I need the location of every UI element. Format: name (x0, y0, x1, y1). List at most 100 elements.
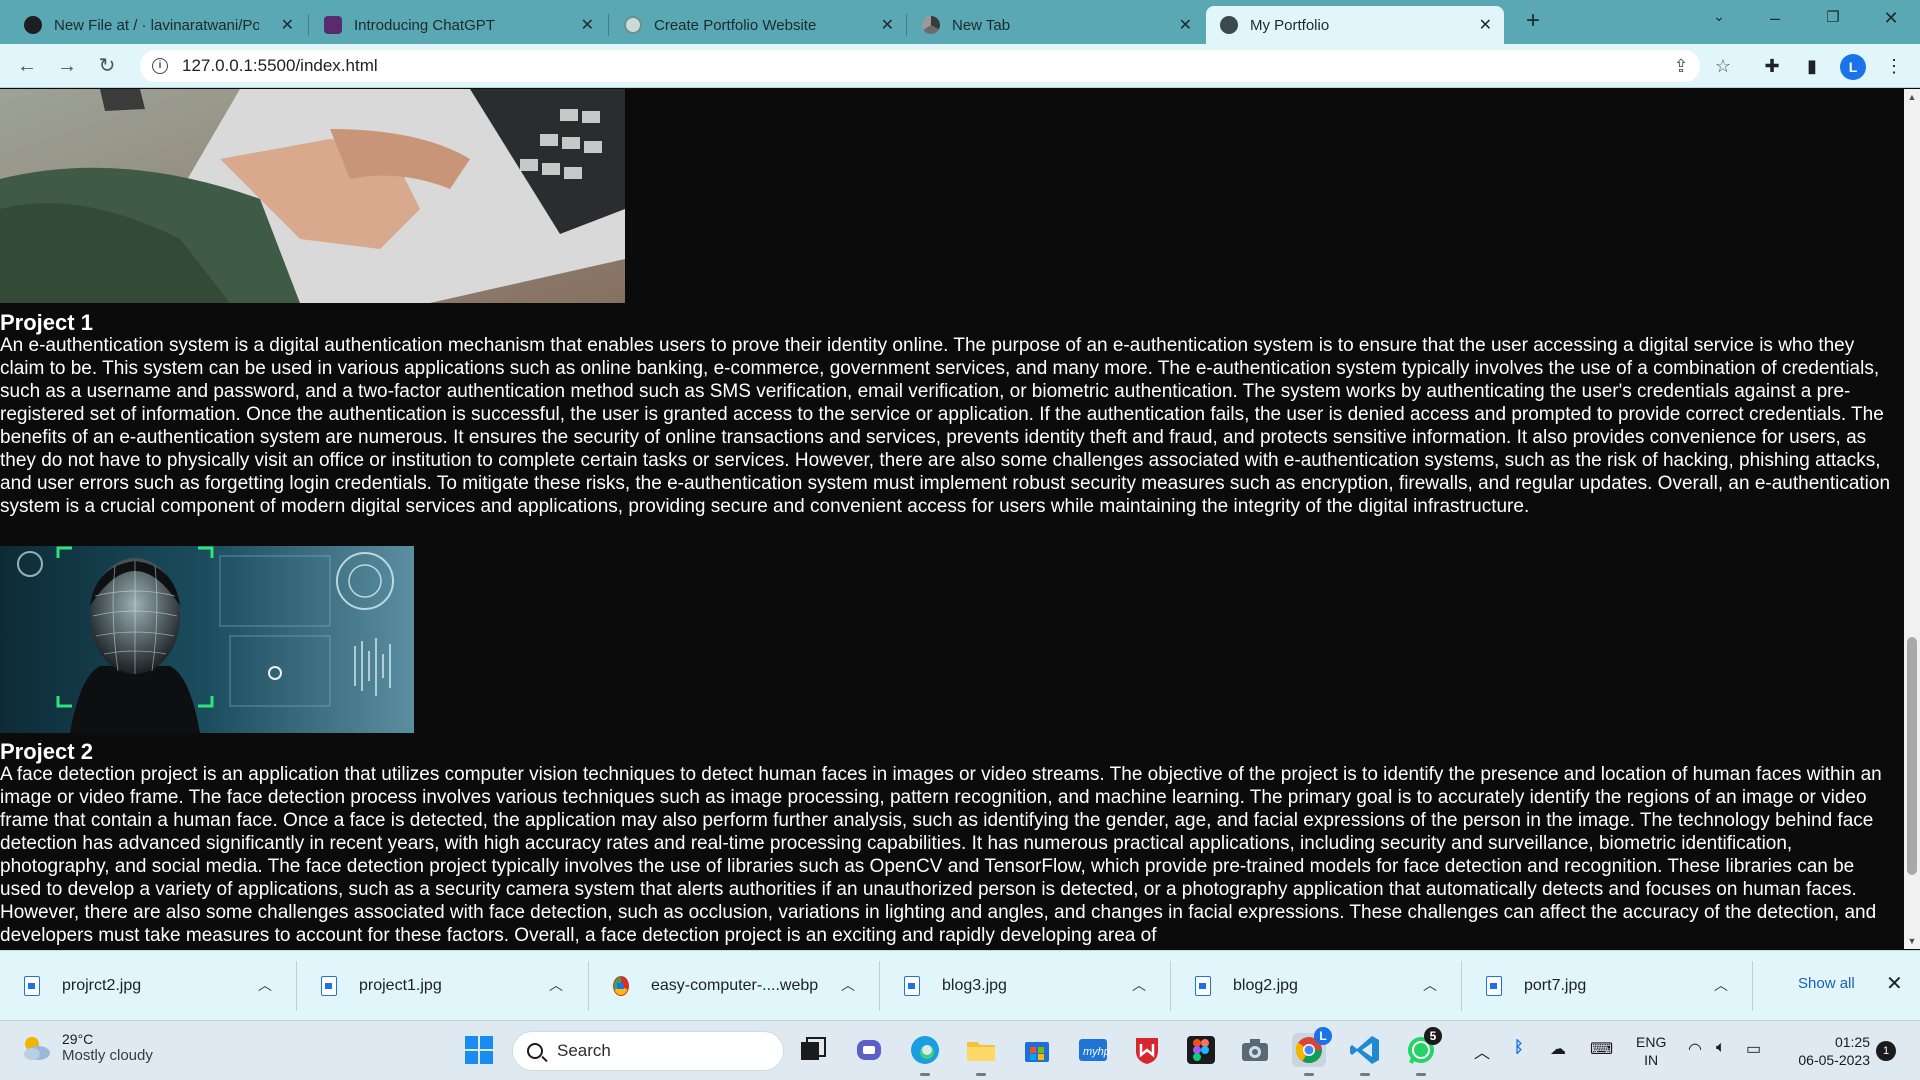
tab-title: Introducing ChatGPT (354, 16, 495, 34)
notification-count-badge[interactable]: 1 (1876, 1041, 1896, 1061)
windows-start-icon[interactable] (462, 1033, 496, 1067)
tab-separator (608, 14, 609, 36)
close-icon[interactable]: ✕ (1479, 15, 1492, 35)
volume-icon[interactable]: 🔈︎ (1716, 1039, 1726, 1057)
whatsapp-icon[interactable]: 5 (1404, 1027, 1442, 1076)
download-filename: port7.jpg (1524, 977, 1587, 994)
download-item[interactable]: blog3.jpg ︿ (880, 951, 1170, 1021)
face-recognition-photo (0, 546, 414, 733)
file-explorer-icon[interactable] (964, 1033, 998, 1076)
browser-toolbar: ← → ↻ i 127.0.0.1:5500/index.html ⇪ ☆ ✚ … (0, 44, 1920, 88)
input-language-indicator[interactable]: ENG IN (1636, 1033, 1666, 1069)
image-file-icon (1486, 976, 1502, 996)
project-2-title: Project 2 (0, 739, 93, 764)
bookmark-star-icon[interactable]: ☆ (1712, 55, 1734, 77)
chatgpt-icon (624, 16, 642, 34)
close-icon[interactable]: ✕ (581, 15, 594, 35)
chevron-up-icon[interactable]: ︿ (549, 975, 563, 995)
system-clock[interactable]: 01:25 06-05-2023 (1784, 1033, 1870, 1069)
image-file-icon (24, 976, 40, 996)
share-icon[interactable]: ⇪ (1670, 55, 1692, 77)
tab-title: My Portfolio (1250, 16, 1330, 34)
chrome-icon[interactable]: L (1292, 1027, 1332, 1076)
whatsapp-unread-badge: 5 (1424, 1027, 1442, 1045)
bluetooth-icon[interactable]: ᛒ (1514, 1039, 1524, 1057)
task-view-icon[interactable] (796, 1033, 830, 1067)
image-file-icon (1195, 976, 1211, 996)
back-button[interactable]: ← (14, 53, 40, 79)
download-item[interactable]: port7.jpg ︿ (1462, 951, 1752, 1021)
teams-chat-icon[interactable] (852, 1033, 886, 1067)
tab-separator (308, 14, 309, 36)
chevron-up-icon[interactable]: ︿ (1423, 975, 1437, 995)
chrome-file-icon (613, 976, 629, 996)
github-icon (24, 16, 42, 34)
scrollbar-thumb[interactable] (1907, 637, 1917, 875)
show-hidden-icons-chevron-icon[interactable]: ︿ (1474, 1039, 1490, 1063)
project-1-description: An e-authentication system is a digital … (0, 335, 1891, 517)
tab-github[interactable]: New File at / · lavinaratwani/Portf ✕ (10, 6, 306, 44)
language-code: ENG (1636, 1034, 1667, 1050)
onedrive-cloud-icon[interactable]: ☁ (1550, 1039, 1566, 1059)
close-icon[interactable]: ✕ (281, 15, 294, 35)
address-bar[interactable]: i 127.0.0.1:5500/index.html ⇪ ☆ (140, 50, 1731, 82)
scroll-down-arrow-icon[interactable]: ▼ (1904, 933, 1920, 949)
microsoft-store-icon[interactable] (1020, 1033, 1054, 1067)
touch-keyboard-icon[interactable]: ⌨ (1590, 1039, 1613, 1059)
chevron-up-icon[interactable]: ︿ (841, 975, 855, 995)
page-viewport: Project 1 An e-authentication system is … (0, 89, 1904, 949)
restore-button[interactable]: ❐ (1818, 8, 1848, 26)
menu-kebab-icon[interactable]: ⋮ (1882, 54, 1906, 78)
clock-time: 01:25 (1834, 1034, 1870, 1050)
myhp-icon[interactable]: myhp (1076, 1033, 1110, 1067)
wifi-icon[interactable]: ◠ (1688, 1039, 1702, 1059)
scroll-up-arrow-icon[interactable]: ▲ (1904, 89, 1920, 105)
close-icon[interactable]: ✕ (881, 15, 894, 35)
tab-title: New Tab (952, 16, 1011, 34)
chevron-up-icon[interactable]: ︿ (1714, 975, 1728, 995)
download-item[interactable]: easy-computer-....webp ︿ (589, 951, 879, 1021)
url-text: 127.0.0.1:5500/index.html (182, 56, 378, 75)
chrome-icon (922, 16, 940, 34)
partly-cloudy-icon (20, 1032, 52, 1064)
figma-icon[interactable] (1184, 1033, 1218, 1067)
mcafee-icon[interactable] (1130, 1033, 1164, 1067)
chevron-up-icon[interactable]: ︿ (258, 975, 272, 995)
tab-create-portfolio[interactable]: Create Portfolio Website ✕ (610, 6, 906, 44)
tab-introducing-chatgpt[interactable]: Introducing ChatGPT ✕ (310, 6, 606, 44)
tab-title: New File at / · lavinaratwani/Portf (54, 16, 259, 34)
project-2-description: A face detection project is an applicati… (0, 764, 1882, 946)
taskbar-search[interactable]: Search (512, 1031, 784, 1071)
tab-my-portfolio[interactable]: My Portfolio ✕ (1206, 6, 1504, 44)
close-icon[interactable]: ✕ (1179, 15, 1192, 35)
chevron-up-icon[interactable]: ︿ (1132, 975, 1146, 995)
site-info-icon[interactable]: i (152, 58, 168, 74)
tab-new-tab[interactable]: New Tab ✕ (908, 6, 1204, 44)
download-item[interactable]: blog2.jpg ︿ (1171, 951, 1461, 1021)
reload-button[interactable]: ↻ (94, 53, 120, 79)
forward-button[interactable]: → (54, 53, 80, 79)
region-code: IN (1644, 1052, 1659, 1068)
close-window-button[interactable]: ✕ (1876, 8, 1906, 29)
edge-browser-icon[interactable] (908, 1033, 942, 1076)
download-filename: blog3.jpg (942, 977, 1007, 994)
download-item[interactable]: project1.jpg ︿ (297, 951, 588, 1021)
download-item[interactable]: projrct2.jpg ︿ (0, 951, 296, 1021)
clock-date: 06-05-2023 (1798, 1052, 1870, 1068)
new-tab-button[interactable]: + (1520, 8, 1546, 34)
vscode-icon[interactable] (1348, 1033, 1382, 1076)
page-scrollbar[interactable]: ▲ ▼ (1904, 89, 1920, 949)
show-all-downloads-link[interactable]: Show all (1798, 975, 1855, 992)
camera-icon[interactable] (1238, 1033, 1272, 1067)
tab-search-chevron-icon[interactable]: ⌄ (1704, 8, 1734, 25)
minimize-button[interactable]: – (1760, 8, 1790, 29)
weather-widget[interactable]: 29°C Mostly cloudy (20, 1031, 153, 1064)
profile-avatar[interactable]: L (1840, 54, 1866, 80)
side-panel-icon[interactable]: ▮ (1800, 54, 1824, 78)
battery-icon[interactable]: ▭ (1746, 1039, 1761, 1059)
laptop-photo (0, 89, 625, 303)
extensions-icon[interactable]: ✚ (1760, 54, 1784, 78)
search-icon (527, 1043, 543, 1059)
image-file-icon (904, 976, 920, 996)
close-download-bar-icon[interactable]: ✕ (1886, 971, 1903, 996)
